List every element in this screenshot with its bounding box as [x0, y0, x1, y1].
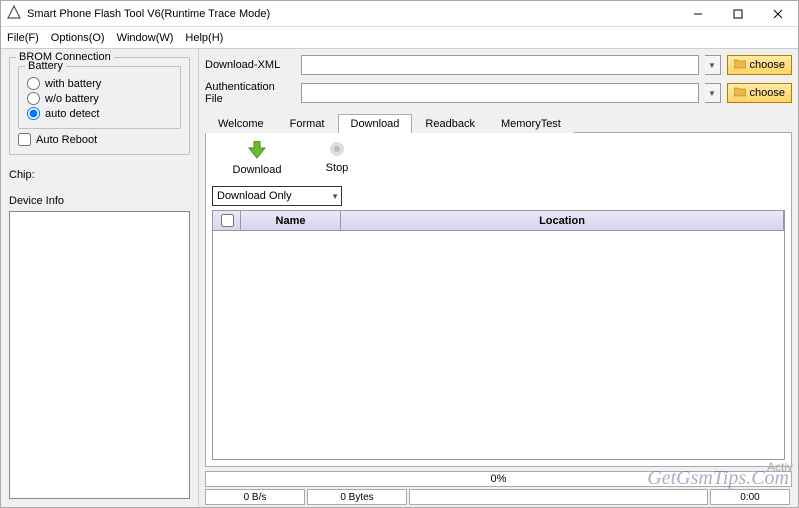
- tab-memorytest[interactable]: MemoryTest: [488, 114, 574, 133]
- radio-with-battery[interactable]: with battery: [27, 77, 172, 90]
- chip-label: Chip:: [9, 169, 190, 181]
- folder-icon: [734, 87, 746, 100]
- tab-format[interactable]: Format: [277, 114, 338, 133]
- download-mode-value: Download Only: [217, 190, 292, 202]
- radio-auto-detect[interactable]: auto detect: [27, 107, 172, 120]
- menu-options[interactable]: Options(O): [51, 32, 105, 44]
- partition-table: Name Location: [212, 210, 785, 460]
- status-speed: 0 B/s: [205, 489, 305, 505]
- folder-icon: [734, 59, 746, 72]
- status-spacer: [409, 489, 708, 505]
- close-button[interactable]: [758, 1, 798, 27]
- auth-file-input[interactable]: [301, 83, 699, 103]
- window-title: Smart Phone Flash Tool V6(Runtime Trace …: [27, 8, 678, 20]
- download-xml-dropdown[interactable]: ▼: [705, 55, 721, 75]
- auth-file-dropdown[interactable]: ▼: [705, 83, 721, 103]
- status-time: 0:00: [710, 489, 790, 505]
- chevron-down-icon: ▼: [708, 89, 716, 98]
- progress-bar: 0%: [205, 471, 792, 487]
- menu-help[interactable]: Help(H): [185, 32, 223, 44]
- tabs: Welcome Format Download Readback MemoryT…: [205, 113, 792, 133]
- table-header-checkbox[interactable]: [213, 211, 241, 230]
- maximize-button[interactable]: [718, 1, 758, 27]
- status-bytes: 0 Bytes: [307, 489, 407, 505]
- chevron-down-icon: ▼: [331, 192, 339, 201]
- auto-reboot-checkbox[interactable]: Auto Reboot: [18, 133, 181, 146]
- brom-connection-group: BROM Connection Battery with battery w/o…: [9, 57, 190, 155]
- tab-welcome[interactable]: Welcome: [205, 114, 277, 133]
- tab-download[interactable]: Download: [338, 114, 413, 133]
- table-header-location: Location: [341, 211, 784, 230]
- auth-file-label: Authentication File: [205, 81, 295, 105]
- device-info-label: Device Info: [9, 195, 190, 207]
- auth-file-choose-button[interactable]: choose: [727, 83, 792, 103]
- minimize-button[interactable]: [678, 1, 718, 27]
- app-icon: [7, 5, 21, 22]
- download-mode-select[interactable]: Download Only ▼: [212, 186, 342, 206]
- battery-group: Battery with battery w/o battery auto de…: [18, 66, 181, 129]
- download-button[interactable]: Download: [232, 141, 282, 176]
- table-header-name: Name: [241, 211, 341, 230]
- menubar: File(F) Options(O) Window(W) Help(H): [1, 27, 798, 49]
- stop-icon: [329, 141, 345, 160]
- chevron-down-icon: ▼: [708, 61, 716, 70]
- tab-content-download: Download Stop Download Only ▼ Name L: [205, 133, 792, 467]
- tab-readback[interactable]: Readback: [412, 114, 488, 133]
- download-xml-input[interactable]: [301, 55, 699, 75]
- menu-window[interactable]: Window(W): [117, 32, 174, 44]
- table-body[interactable]: [213, 231, 784, 459]
- titlebar: Smart Phone Flash Tool V6(Runtime Trace …: [1, 1, 798, 27]
- download-arrow-icon: [247, 141, 267, 162]
- download-xml-choose-button[interactable]: choose: [727, 55, 792, 75]
- radio-without-battery[interactable]: w/o battery: [27, 92, 172, 105]
- device-info-box: [9, 211, 190, 499]
- battery-group-title: Battery: [25, 60, 66, 72]
- menu-file[interactable]: File(F): [7, 32, 39, 44]
- download-xml-label: Download-XML: [205, 59, 295, 71]
- stop-button[interactable]: Stop: [312, 141, 362, 176]
